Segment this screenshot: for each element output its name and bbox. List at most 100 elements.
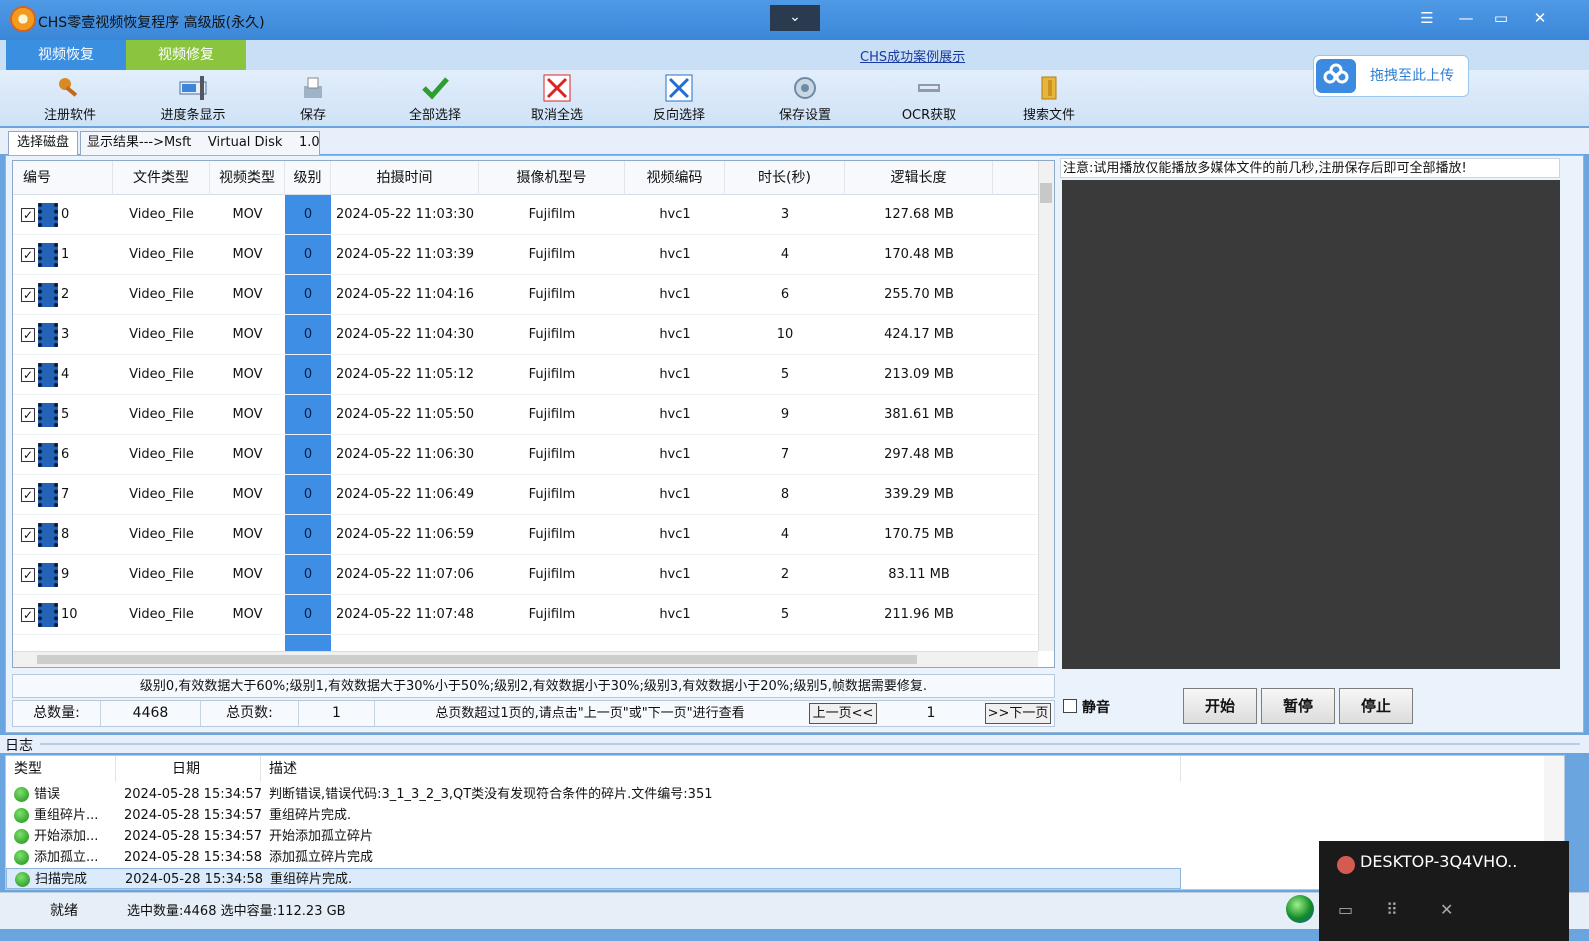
table-cell: hvc1 <box>659 367 691 382</box>
table-row[interactable]: ✓ 1 Video_File MOV 0 2024-05-22 11:03:39 Fujif… <box>13 235 1038 275</box>
vertical-scrollbar[interactable] <box>1038 161 1054 651</box>
save-label: 保存 <box>299 108 326 123</box>
log-row[interactable]: 扫描完成 2024-05-28 15:34:58 重组碎片完成. <box>6 868 1181 889</box>
stop-button[interactable]: 停止 <box>1339 688 1413 724</box>
log-row[interactable]: 重组碎片... 2024-05-28 15:34:57 重组碎片完成. <box>6 805 1181 826</box>
log-divider <box>40 743 1580 745</box>
table-cell: MOV <box>232 287 263 302</box>
table-cell: 0 <box>61 207 70 222</box>
table-cell: MOV <box>232 447 263 462</box>
maximize-button[interactable]: ▭ <box>1487 6 1515 30</box>
info-icon <box>14 808 29 823</box>
table-row[interactable]: ✓ 10 Video_File MOV 0 2024-05-22 11:07:48 Fuji… <box>13 595 1038 635</box>
table-row[interactable]: ✓ 8 Video_File MOV 0 2024-05-22 11:06:59 Fujif… <box>13 515 1038 555</box>
minimize-button[interactable]: — <box>1452 6 1480 30</box>
start-button[interactable]: 开始 <box>1183 688 1257 724</box>
col-file-type[interactable]: 文件类型 <box>113 161 210 195</box>
table-cell: MOV <box>232 567 263 582</box>
table-cell: 4 <box>780 527 790 542</box>
col-logical-size[interactable]: 逻辑长度 <box>845 161 993 195</box>
menu-icon[interactable]: ☰ <box>1413 6 1441 30</box>
table-row[interactable]: ✓ 5 Video_File MOV 0 2024-05-22 11:05:50 Fujif… <box>13 395 1038 435</box>
table-cell: hvc1 <box>659 567 691 582</box>
table-cell: 0 <box>303 607 313 622</box>
mute-checkbox[interactable] <box>1063 699 1077 713</box>
table-cell: MOV <box>232 247 263 262</box>
pages-label: 总页数: <box>201 701 299 726</box>
log-col-date[interactable]: 日期 <box>116 756 261 782</box>
log-cell: 2024-05-28 15:34:57 <box>124 829 263 844</box>
table-cell: hvc1 <box>659 447 691 462</box>
prev-page-button[interactable]: 上一页<< <box>809 703 877 724</box>
table-cell: 2024-05-22 11:06:30 <box>335 447 475 462</box>
table-row[interactable]: ✓ 6 Video_File MOV 0 2024-05-22 11:06:30 Fujif… <box>13 435 1038 475</box>
table-cell: MOV <box>232 207 263 222</box>
table-cell: 0 <box>303 447 313 462</box>
search-files-button[interactable]: 搜索文件 <box>994 74 1104 126</box>
table-cell: 211.96 MB <box>884 607 954 622</box>
log-col-desc[interactable]: 描述 <box>261 756 1181 782</box>
save-button[interactable]: 保存 <box>258 74 368 126</box>
table-row[interactable]: ✓ 2 Video_File MOV 0 2024-05-22 11:04:16 Fujif… <box>13 275 1038 315</box>
table-cell: Video_File <box>129 567 194 582</box>
tab-select-disk[interactable]: 选择磁盘 <box>8 131 78 155</box>
pager: 总数量: 4468 总页数: 1 总页数超过1页的,请点击"上一页"或"下一页"… <box>12 700 1055 727</box>
ocr-button[interactable]: OCR获取 <box>874 74 984 126</box>
deselect-all-button[interactable]: 取消全选 <box>502 74 612 126</box>
table-cell: 2024-05-22 11:03:39 <box>335 247 475 262</box>
chat-icon[interactable]: ▭ <box>1338 900 1353 919</box>
log-row[interactable]: 错误 2024-05-28 15:34:57 判断错误,错误代码:3_1_3_2_3… <box>6 784 1181 805</box>
grid-icon[interactable]: ⠿ <box>1386 900 1398 919</box>
file-table: 编号 文件类型 视频类型 级别 拍摄时间 摄像机型号 视频编码 时长(秒) 逻辑… <box>12 160 1055 668</box>
save-settings-button[interactable]: 保存设置 <box>750 74 860 126</box>
table-cell: Fujifilm <box>528 327 576 342</box>
case-showcase-link[interactable]: CHS成功案例展示 <box>860 46 965 65</box>
table-cell: 3 <box>61 327 70 342</box>
progress-display-button[interactable]: 进度条显示 <box>138 74 248 126</box>
table-row[interactable]: ✓ 3 Video_File MOV 0 2024-05-22 11:04:30 Fujif… <box>13 315 1038 355</box>
table-row[interactable]: ✓ 0 Video_File MOV 0 2024-05-22 11:03:30 Fujif… <box>13 195 1038 235</box>
collapse-button[interactable]: ⌄ <box>770 5 820 31</box>
select-all-button[interactable]: 全部选择 <box>380 74 490 126</box>
vertical-scroll-thumb[interactable] <box>1040 183 1052 203</box>
tab-video-recovery[interactable]: 视频恢复 <box>6 40 126 70</box>
log-row[interactable]: 添加孤立... 2024-05-28 15:34:58 添加孤立碎片完成 <box>6 847 1181 868</box>
log-col-type[interactable]: 类型 <box>6 756 116 782</box>
check-icon <box>422 77 449 100</box>
globe-icon[interactable] <box>1286 895 1314 923</box>
col-video-type[interactable]: 视频类型 <box>210 161 285 195</box>
info-icon <box>14 829 29 844</box>
key-icon <box>59 78 78 97</box>
col-level[interactable]: 级别 <box>285 161 331 195</box>
col-capture-time[interactable]: 拍摄时间 <box>331 161 479 195</box>
invert-selection-button[interactable]: 反向选择 <box>624 74 734 126</box>
close-icon[interactable]: ✕ <box>1440 900 1453 919</box>
col-camera-model[interactable]: 摄像机型号 <box>479 161 625 195</box>
horizontal-scroll-thumb[interactable] <box>37 655 917 664</box>
log-cell: 扫描完成 <box>35 872 88 887</box>
table-cell: Video_File <box>129 407 194 422</box>
table-row[interactable]: ✓ 7 Video_File MOV 0 2024-05-22 11:06:49 Fujif… <box>13 475 1038 515</box>
col-id[interactable]: 编号 <box>13 161 113 195</box>
register-button[interactable]: 注册软件 <box>15 74 125 126</box>
search-files-label: 搜索文件 <box>1022 108 1075 123</box>
table-cell: hvc1 <box>659 327 691 342</box>
table-cell: 10 <box>776 327 794 342</box>
log-row[interactable]: 开始添加... 2024-05-28 15:34:57 开始添加孤立碎片 <box>6 826 1181 847</box>
current-page[interactable]: 1 <box>881 701 981 726</box>
pause-button[interactable]: 暂停 <box>1261 688 1335 724</box>
table-cell: 8 <box>61 527 70 542</box>
table-cell: Fujifilm <box>528 247 576 262</box>
level-legend: 级别0,有效数据大于60%;级别1,有效数据大于30%小于50%;级别2,有效数… <box>12 674 1055 698</box>
tab-video-repair[interactable]: 视频修复 <box>126 40 246 70</box>
close-button[interactable]: ✕ <box>1526 6 1554 30</box>
table-row[interactable]: ✓ 4 Video_File MOV 0 2024-05-22 11:05:12 Fujif… <box>13 355 1038 395</box>
table-cell: Video_File <box>129 247 194 262</box>
ocr-icon <box>918 84 940 92</box>
col-video-codec[interactable]: 视频编码 <box>625 161 725 195</box>
table-cell: 2024-05-22 11:07:48 <box>335 607 475 622</box>
next-page-button[interactable]: >>下一页 <box>985 703 1051 724</box>
table-row[interactable]: ✓ 9 Video_File MOV 0 2024-05-22 11:07:06 Fujif… <box>13 555 1038 595</box>
tab-results[interactable]: 显示结果--->Msft Virtual Disk 1.0 <box>80 131 320 155</box>
col-duration[interactable]: 时长(秒) <box>725 161 845 195</box>
